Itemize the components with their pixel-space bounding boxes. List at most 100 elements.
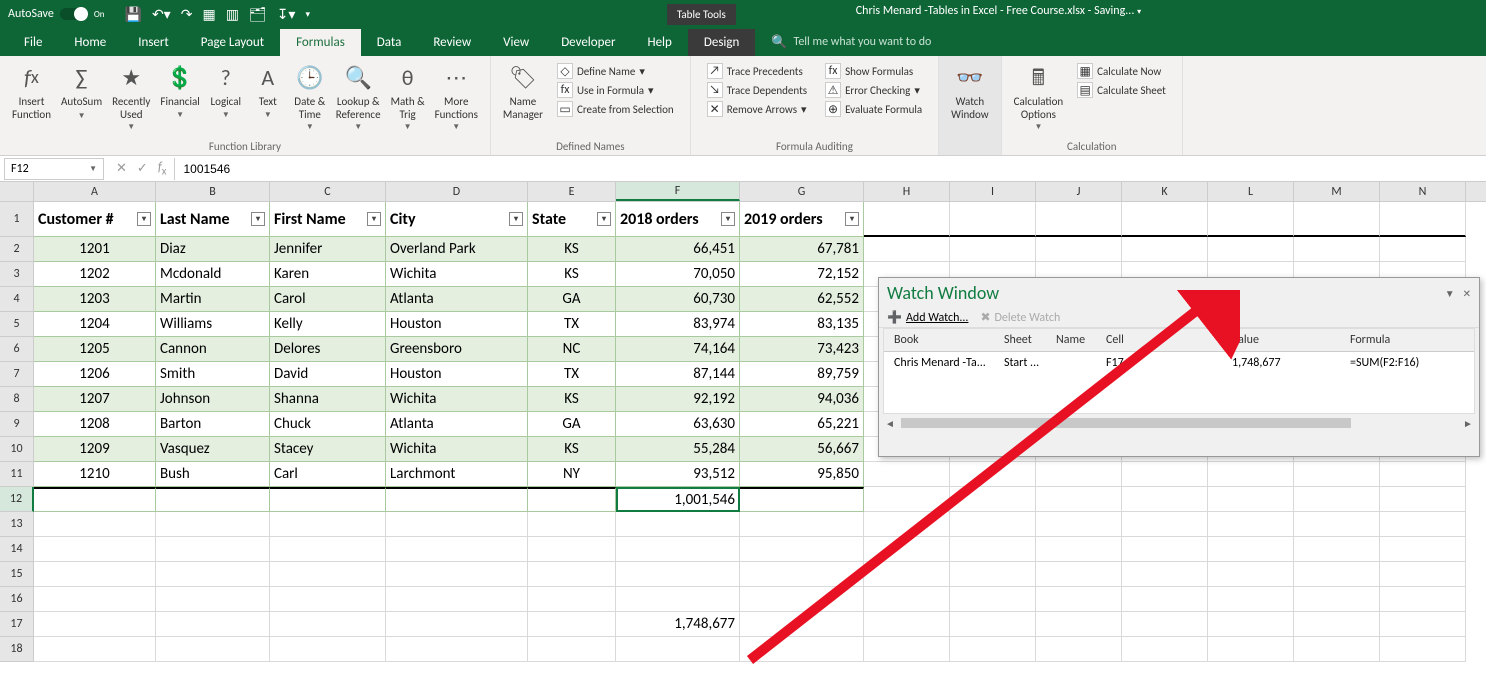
tab-home[interactable]: Home: [58, 29, 122, 56]
cell[interactable]: [386, 612, 528, 637]
cell[interactable]: Larchmont: [386, 462, 528, 487]
cell[interactable]: 1205: [34, 337, 156, 362]
error-checking-button[interactable]: ⚠Error Checking ▾: [821, 81, 926, 99]
row-header[interactable]: 6: [0, 337, 34, 362]
cell[interactable]: Shanna: [270, 387, 386, 412]
cell[interactable]: 70,050: [616, 262, 740, 287]
name-manager-button[interactable]: 🏷Name Manager: [499, 60, 547, 123]
trace-precedents-button[interactable]: ↗Trace Precedents: [703, 62, 811, 80]
cell[interactable]: [386, 587, 528, 612]
cell[interactable]: [950, 537, 1036, 562]
cell[interactable]: [1036, 512, 1122, 537]
cell[interactable]: [1380, 612, 1466, 637]
cell[interactable]: 1,748,677: [616, 612, 740, 637]
filter-button[interactable]: ▾: [597, 212, 611, 226]
cell[interactable]: [864, 237, 950, 262]
cell[interactable]: [950, 587, 1036, 612]
cell[interactable]: [1208, 612, 1294, 637]
cell[interactable]: [1036, 637, 1122, 662]
cell[interactable]: Houston: [386, 362, 528, 387]
watch-window-button[interactable]: 👓Watch Window: [947, 60, 993, 123]
row-header[interactable]: 8: [0, 387, 34, 412]
cell[interactable]: [386, 487, 528, 512]
col-header[interactable]: I: [950, 182, 1036, 201]
cell[interactable]: 65,221: [740, 412, 864, 437]
cell[interactable]: Mcdonald: [156, 262, 270, 287]
cell[interactable]: [156, 487, 270, 512]
math-button[interactable]: θMath & Trig▼: [387, 60, 429, 134]
filter-button[interactable]: ▾: [367, 212, 381, 226]
cell[interactable]: Jennifer: [270, 237, 386, 262]
filter-button[interactable]: ▾: [251, 212, 265, 226]
cell[interactable]: [1294, 637, 1380, 662]
cell[interactable]: 1201: [34, 237, 156, 262]
cell[interactable]: First Name▾: [270, 202, 386, 237]
filter-button[interactable]: ▾: [137, 212, 151, 226]
cell[interactable]: [528, 562, 616, 587]
cell[interactable]: [1294, 512, 1380, 537]
cell[interactable]: [156, 562, 270, 587]
redo-icon[interactable]: ↷: [181, 6, 193, 23]
cell[interactable]: [1208, 537, 1294, 562]
cell[interactable]: 1207: [34, 387, 156, 412]
cell[interactable]: Atlanta: [386, 412, 528, 437]
col-header[interactable]: K: [1122, 182, 1208, 201]
cell[interactable]: [1122, 562, 1208, 587]
calculation-options-button[interactable]: 🖩Calculation Options▼: [1010, 60, 1068, 134]
cell[interactable]: [1380, 202, 1466, 237]
cell[interactable]: KS: [528, 237, 616, 262]
cell[interactable]: [270, 562, 386, 587]
cell[interactable]: [1380, 512, 1466, 537]
tab-data[interactable]: Data: [361, 29, 418, 56]
dropdown-icon[interactable]: ▼: [1445, 287, 1455, 300]
cell[interactable]: [1294, 612, 1380, 637]
cell[interactable]: 2018 orders▾: [616, 202, 740, 237]
qat-icon[interactable]: 🗂: [249, 6, 267, 23]
col-header[interactable]: A: [34, 182, 156, 201]
cell[interactable]: [386, 562, 528, 587]
cell[interactable]: [270, 612, 386, 637]
cell[interactable]: [740, 487, 864, 512]
filter-button[interactable]: ▾: [721, 212, 735, 226]
cell[interactable]: [864, 637, 950, 662]
cell[interactable]: 1203: [34, 287, 156, 312]
more-functions-button[interactable]: ⋯More Functions▼: [431, 60, 482, 134]
cell[interactable]: [740, 562, 864, 587]
cell[interactable]: [740, 587, 864, 612]
cell[interactable]: [950, 637, 1036, 662]
cell[interactable]: Carol: [270, 287, 386, 312]
autosave-toggle[interactable]: AutoSave On: [0, 7, 113, 21]
cell[interactable]: [270, 512, 386, 537]
cell[interactable]: [386, 637, 528, 662]
tab-formulas[interactable]: Formulas: [280, 29, 361, 56]
row-header[interactable]: 18: [0, 637, 34, 662]
cell[interactable]: Williams: [156, 312, 270, 337]
filter-button[interactable]: ▾: [845, 212, 859, 226]
row-header[interactable]: 16: [0, 587, 34, 612]
cell[interactable]: [1380, 462, 1466, 487]
cell[interactable]: [740, 537, 864, 562]
name-box[interactable]: F12▼: [4, 158, 104, 180]
cell[interactable]: [1122, 637, 1208, 662]
cell[interactable]: TX: [528, 362, 616, 387]
col-header[interactable]: G: [740, 182, 864, 201]
cell[interactable]: NY: [528, 462, 616, 487]
cell[interactable]: [34, 512, 156, 537]
row-header[interactable]: 3: [0, 262, 34, 287]
row-header[interactable]: 7: [0, 362, 34, 387]
cell[interactable]: [386, 537, 528, 562]
cell[interactable]: [270, 587, 386, 612]
cell[interactable]: 2019 orders▾: [740, 202, 864, 237]
watch-row[interactable]: Chris Menard -Ta... Start ... F17 1,748,…: [884, 352, 1474, 374]
cell[interactable]: [1380, 487, 1466, 512]
cell[interactable]: Vasquez: [156, 437, 270, 462]
cell[interactable]: 66,451: [616, 237, 740, 262]
cell[interactable]: 89,759: [740, 362, 864, 387]
cell[interactable]: [1208, 202, 1294, 237]
cell[interactable]: [950, 462, 1036, 487]
cell[interactable]: 63,630: [616, 412, 740, 437]
cell[interactable]: [34, 587, 156, 612]
tab-file[interactable]: File: [8, 29, 58, 56]
cell[interactable]: 95,850: [740, 462, 864, 487]
cell[interactable]: GA: [528, 412, 616, 437]
